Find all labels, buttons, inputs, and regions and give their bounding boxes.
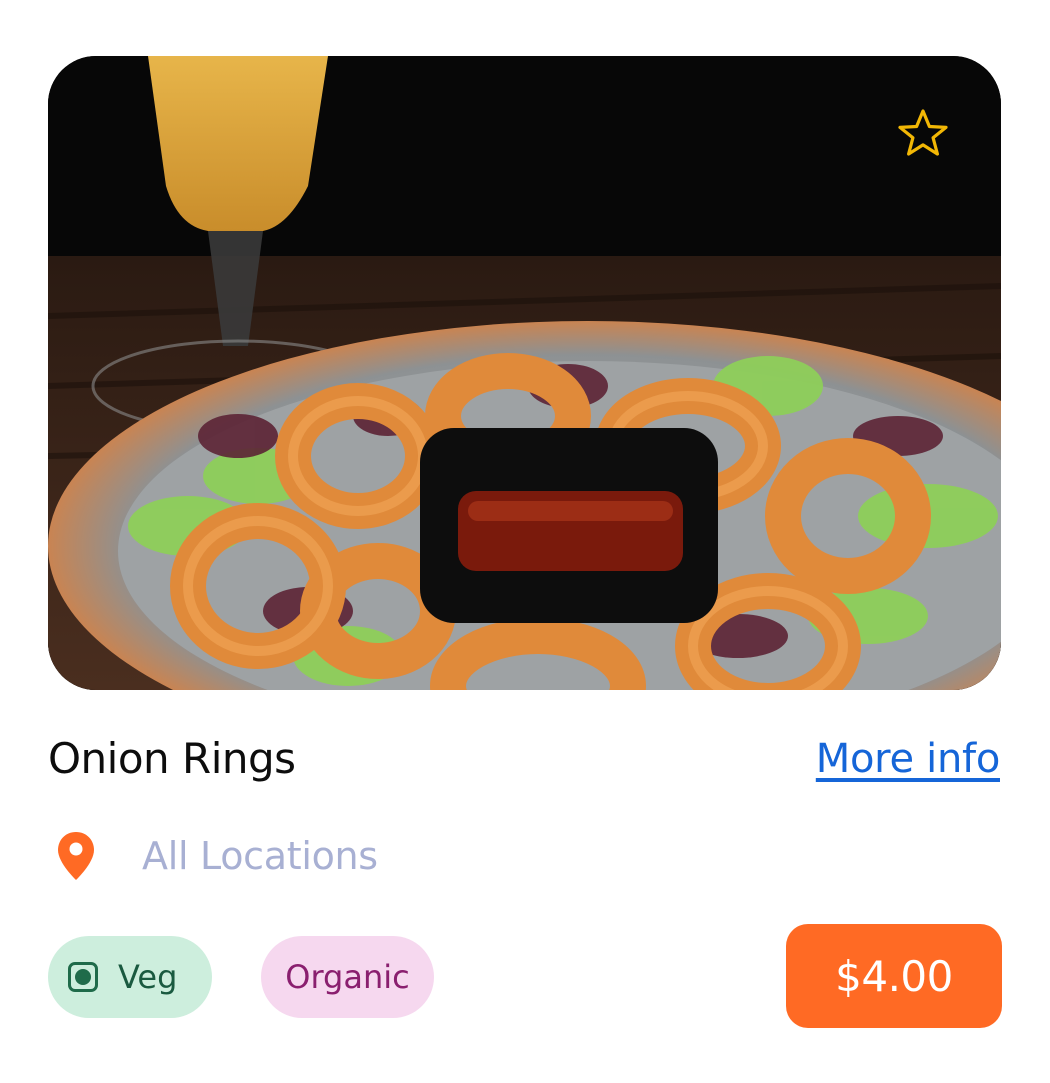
organic-tag: Organic xyxy=(261,936,434,1018)
food-photo xyxy=(48,56,1001,690)
price-button[interactable]: $4.00 xyxy=(786,924,1002,1028)
onion-rings-image xyxy=(48,56,1001,690)
location-label: All Locations xyxy=(142,834,378,878)
price-label: $4.00 xyxy=(835,951,953,1001)
star-outline-icon xyxy=(898,109,948,156)
veg-tag-label: Veg xyxy=(118,958,178,996)
map-pin-icon xyxy=(58,832,94,880)
more-info-link[interactable]: More info xyxy=(816,736,1001,782)
item-title: Onion Rings xyxy=(48,734,296,783)
favorite-button[interactable] xyxy=(895,106,951,162)
menu-item-card: Onion Rings More info All Locations Veg … xyxy=(0,0,1050,1083)
veg-indicator-icon xyxy=(68,962,98,992)
organic-tag-label: Organic xyxy=(285,958,410,996)
veg-tag: Veg xyxy=(48,936,212,1018)
location-row: All Locations xyxy=(56,830,378,882)
